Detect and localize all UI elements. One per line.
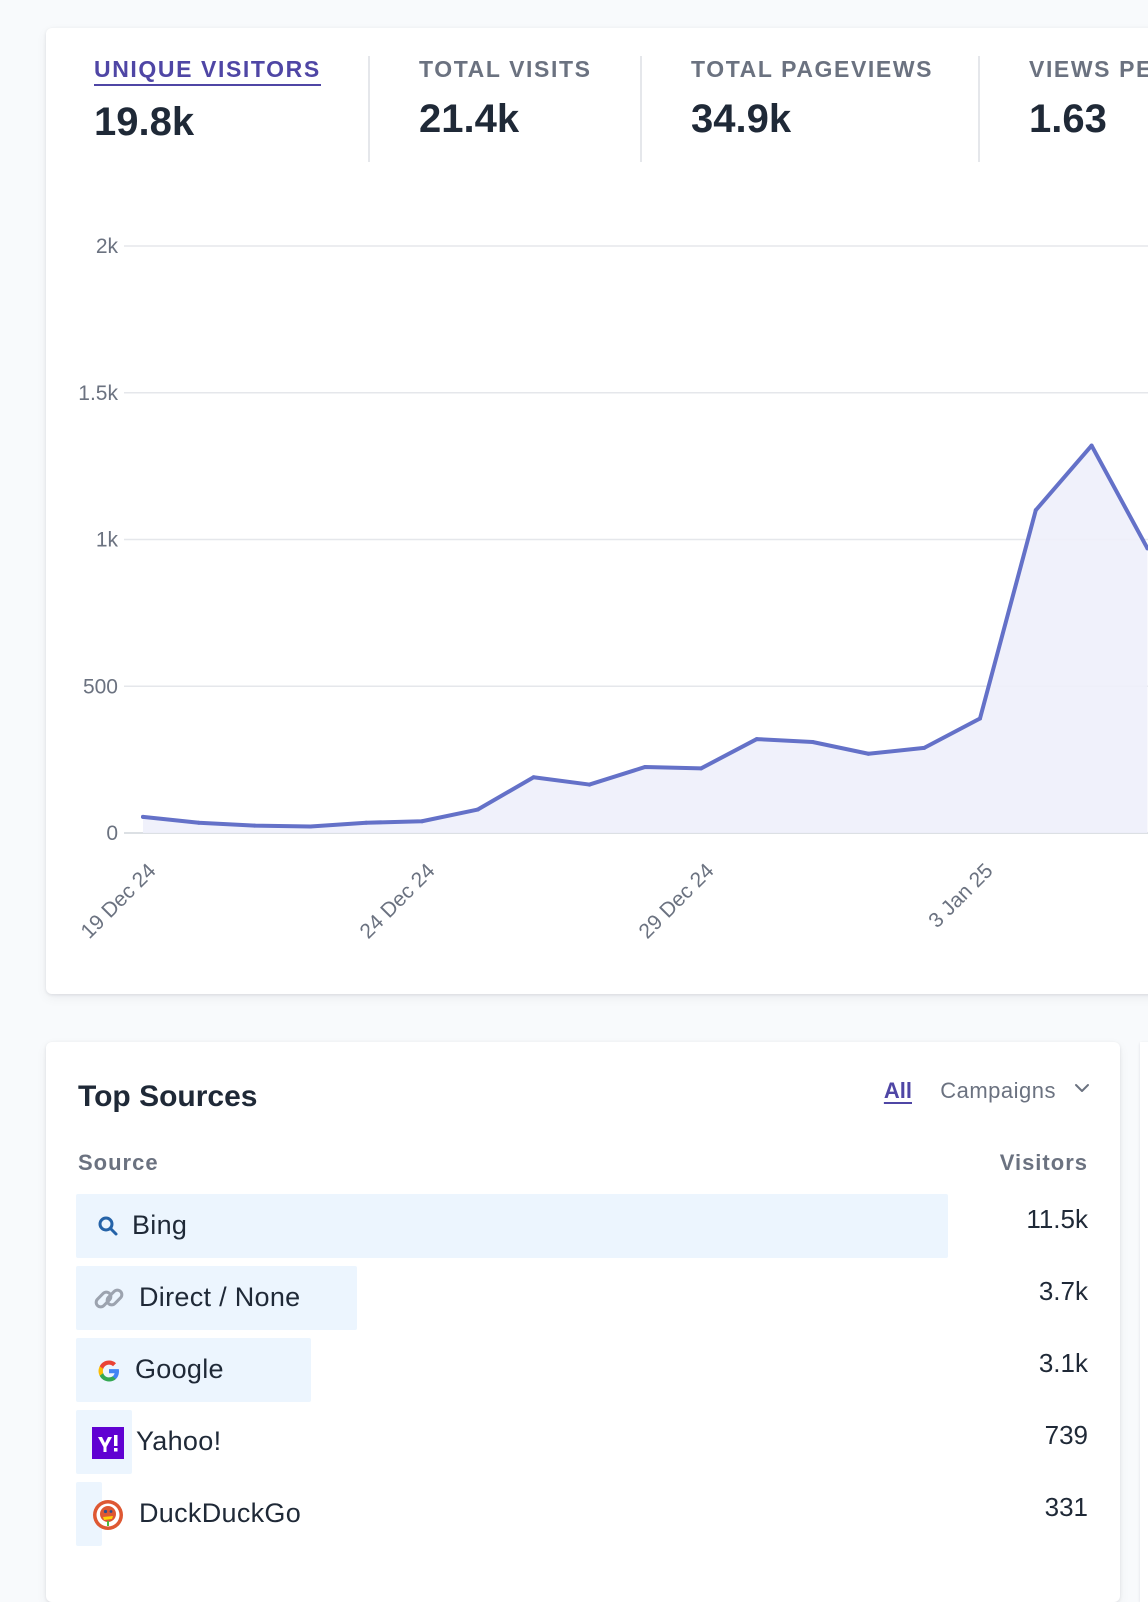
source-row-direct[interactable]: Direct / None 3.7k bbox=[76, 1266, 1088, 1330]
y-tick-label: 2k bbox=[96, 235, 119, 258]
visitors-line-chart: 0 500 1k 1.5k 2k 19 Dec 24 24 Dec 24 29 Dec 24… bbox=[77, 235, 1148, 943]
source-visitors: 331 bbox=[1044, 1492, 1088, 1522]
source-row-google[interactable]: Google 3.1k bbox=[76, 1338, 1088, 1402]
data-point[interactable] bbox=[643, 764, 648, 769]
y-tick-label: 1.5k bbox=[78, 382, 118, 405]
y-tick-label: 500 bbox=[83, 675, 118, 698]
source-visitors: 739 bbox=[1044, 1420, 1088, 1450]
x-tick-label: 24 Dec 24 bbox=[356, 859, 440, 943]
x-tick-label: 3 Jan 25 bbox=[924, 859, 997, 932]
data-point[interactable] bbox=[922, 745, 927, 750]
yahoo-icon bbox=[92, 1427, 124, 1459]
data-point[interactable] bbox=[420, 819, 424, 824]
data-point[interactable] bbox=[587, 782, 592, 787]
source-visitors: 3.1k bbox=[1038, 1348, 1088, 1378]
data-point[interactable] bbox=[308, 824, 313, 829]
source-name[interactable]: Bing bbox=[132, 1210, 187, 1241]
y-tick-label: 1k bbox=[96, 529, 119, 552]
data-point[interactable] bbox=[196, 820, 201, 825]
column-header-source[interactable]: Source bbox=[78, 1150, 159, 1176]
data-point[interactable] bbox=[754, 737, 759, 742]
column-header-visitors[interactable]: Visitors bbox=[1000, 1150, 1088, 1176]
source-row-duckduckgo[interactable]: DuckDuckGo 331 bbox=[76, 1482, 1088, 1546]
source-visitors: 11.5k bbox=[1026, 1204, 1088, 1234]
source-row-yahoo[interactable]: Yahoo! 739 bbox=[76, 1410, 1088, 1474]
source-visitors: 3.7k bbox=[1038, 1276, 1088, 1306]
data-point[interactable] bbox=[699, 766, 703, 771]
data-point[interactable] bbox=[978, 716, 982, 721]
series-area-fill bbox=[143, 445, 1148, 833]
filter-all-tab[interactable]: All bbox=[884, 1078, 912, 1104]
source-row-bing[interactable]: Bing 11.5k bbox=[76, 1194, 1088, 1258]
data-point[interactable] bbox=[866, 751, 871, 756]
data-point[interactable] bbox=[1089, 443, 1094, 448]
duckduckgo-icon bbox=[93, 1500, 123, 1530]
x-tick-label: 29 Dec 24 bbox=[635, 859, 719, 943]
y-tick-label: 0 bbox=[106, 822, 118, 845]
top-sources-title: Top Sources bbox=[78, 1080, 258, 1113]
data-point[interactable] bbox=[531, 775, 536, 780]
source-bar bbox=[76, 1194, 948, 1258]
x-tick-label: 19 Dec 24 bbox=[77, 859, 161, 943]
data-point[interactable] bbox=[1033, 508, 1038, 513]
source-name[interactable]: Yahoo! bbox=[136, 1426, 221, 1457]
data-point[interactable] bbox=[364, 820, 369, 825]
search-icon bbox=[98, 1216, 118, 1236]
source-name[interactable]: Direct / None bbox=[139, 1282, 300, 1313]
data-point[interactable] bbox=[810, 740, 815, 745]
filter-campaigns-dropdown[interactable]: Campaigns bbox=[940, 1078, 1056, 1104]
chevron-down-icon[interactable] bbox=[1074, 1082, 1090, 1094]
google-icon bbox=[98, 1360, 119, 1382]
top-sources-card: Top Sources All Campaigns Source Visitor… bbox=[46, 1042, 1120, 1602]
chart-area bbox=[141, 443, 1148, 833]
source-name[interactable]: Google bbox=[135, 1354, 224, 1385]
data-point[interactable] bbox=[141, 814, 145, 819]
source-name[interactable]: DuckDuckGo bbox=[139, 1498, 301, 1529]
data-point[interactable] bbox=[475, 807, 480, 812]
adjacent-card bbox=[1140, 1042, 1148, 1602]
link-icon bbox=[94, 1288, 124, 1309]
data-point[interactable] bbox=[252, 823, 257, 828]
chart-x-ticks: 19 Dec 24 24 Dec 24 29 Dec 24 3 Jan 25 bbox=[77, 859, 998, 943]
